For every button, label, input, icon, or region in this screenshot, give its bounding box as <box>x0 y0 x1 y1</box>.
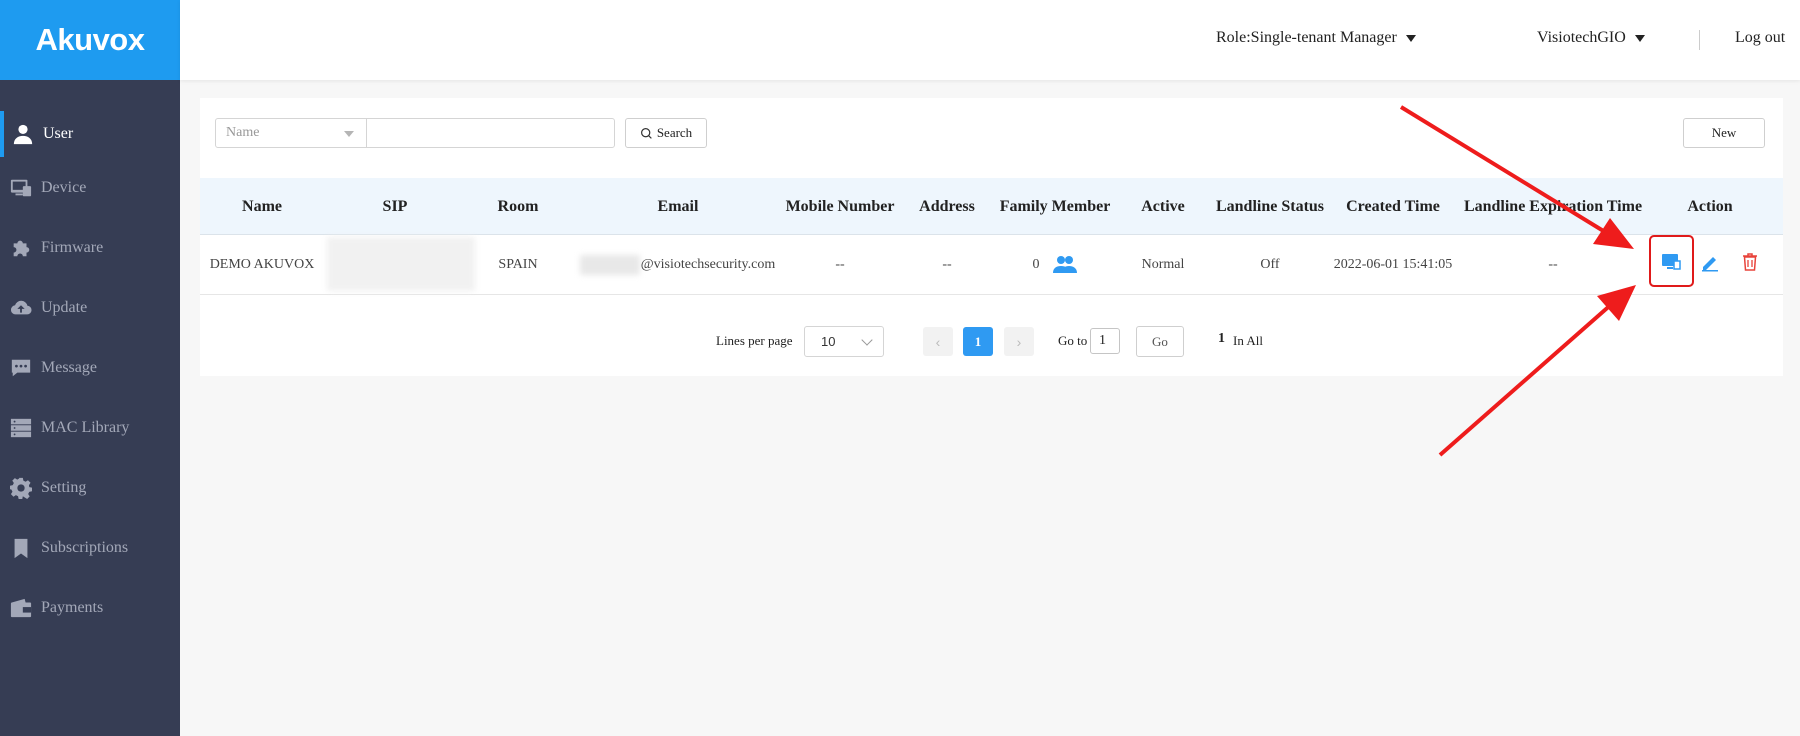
column-header: Created Time <box>1346 198 1440 215</box>
family-members-icon[interactable] <box>1053 254 1077 274</box>
search-label: Search <box>656 125 693 140</box>
sidebar-item-mac-library[interactable]: MAC Library <box>0 405 180 451</box>
pencil-icon <box>1702 257 1718 272</box>
lines-per-page-select[interactable]: 10 <box>804 326 884 357</box>
device-info-button[interactable] <box>1656 247 1686 277</box>
monitor-icon <box>1662 254 1681 270</box>
cell-landline-expiration: -- <box>1548 257 1558 272</box>
total-count: 1 <box>1218 331 1225 346</box>
edit-button[interactable] <box>1695 247 1725 277</box>
table-row: DEMO AKUVOX SPAIN @visiotechsecurity.com… <box>200 235 1783 295</box>
sidebar: User Device Firmware Update Message MAC … <box>0 80 180 736</box>
column-header: Mobile Number <box>785 198 895 215</box>
column-header: Landline Status <box>1215 198 1325 215</box>
cloud-upload-icon <box>10 297 32 319</box>
column-header: Address <box>919 198 975 215</box>
sidebar-item-update[interactable]: Update <box>0 285 180 331</box>
logo: Akuvox <box>0 0 180 80</box>
account-dropdown[interactable]: VisiotechGIO <box>1537 29 1645 47</box>
sidebar-item-label: Payments <box>41 599 104 616</box>
new-button[interactable]: New <box>1683 118 1765 148</box>
gear-icon <box>10 477 32 499</box>
column-header: Family Member <box>999 198 1111 215</box>
search-field-select[interactable]: Name <box>215 118 367 148</box>
search-field-label: Name <box>226 125 260 140</box>
sidebar-item-label: MAC Library <box>41 419 130 436</box>
sidebar-item-label: User <box>43 125 74 142</box>
cell-room: SPAIN <box>498 257 538 272</box>
chevron-left-icon: ‹ <box>935 333 941 350</box>
role-label: Role:Single-tenant Manager <box>1216 29 1397 46</box>
trash-icon <box>1743 253 1757 271</box>
sidebar-item-label: Firmware <box>41 239 104 256</box>
column-header: Name <box>242 198 282 215</box>
cell-landline-status: Off <box>1260 257 1280 272</box>
delete-button[interactable] <box>1735 247 1765 277</box>
cell-name: DEMO AKUVOX <box>209 257 315 272</box>
goto-label: Go to <box>1058 333 1088 348</box>
sidebar-item-label: Update <box>41 299 88 316</box>
lines-per-page-label: Lines per page <box>716 333 793 348</box>
search-button[interactable]: Search <box>625 118 707 148</box>
sidebar-item-user[interactable]: User <box>0 111 180 157</box>
puzzle-icon <box>10 237 32 259</box>
sidebar-item-label: Setting <box>41 479 87 496</box>
sidebar-item-label: Device <box>41 179 87 196</box>
device-icon <box>10 177 32 199</box>
cell-family-count: 0 <box>1032 257 1040 272</box>
cell-created-time: 2022-06-01 15:41:05 <box>1333 257 1453 272</box>
sidebar-item-message[interactable]: Message <box>0 345 180 391</box>
sidebar-item-label: Subscriptions <box>41 539 129 556</box>
caret-down-icon <box>1634 34 1645 42</box>
sidebar-item-payments[interactable]: Payments <box>0 585 180 631</box>
role-dropdown[interactable]: Role:Single-tenant Manager <box>1216 29 1416 47</box>
blurred-email-user <box>580 255 640 275</box>
blurred-sip <box>327 237 475 291</box>
sidebar-item-label: Message <box>41 359 97 376</box>
wallet-icon <box>10 597 32 619</box>
lines-per-page-value: 10 <box>821 334 836 349</box>
page-number-button[interactable]: 1 <box>963 327 993 356</box>
search-icon <box>640 127 652 139</box>
chevron-down-icon <box>861 334 873 346</box>
caret-down-icon <box>1405 34 1416 42</box>
logout-link[interactable]: Log out <box>1735 29 1785 47</box>
bookmark-icon <box>10 537 32 559</box>
chevron-right-icon: › <box>1016 333 1022 350</box>
column-header: Action <box>1687 198 1733 215</box>
server-icon <box>10 417 32 439</box>
message-icon <box>10 357 32 379</box>
cell-email: @visiotechsecurity.com <box>640 257 776 272</box>
column-header: Active <box>1141 198 1185 215</box>
user-icon <box>12 123 34 145</box>
next-page-button[interactable]: › <box>1004 327 1034 356</box>
column-header: SIP <box>382 198 408 215</box>
total-label: In All <box>1233 333 1263 348</box>
column-header: Room <box>497 198 539 215</box>
sidebar-item-setting[interactable]: Setting <box>0 465 180 511</box>
logo-text: Akuvox <box>35 22 145 57</box>
cell-address: -- <box>942 257 952 272</box>
cell-active: Normal <box>1141 257 1185 272</box>
goto-page-input[interactable]: 1 <box>1090 328 1120 354</box>
search-input[interactable] <box>366 118 615 148</box>
go-button[interactable]: Go <box>1136 326 1184 357</box>
sidebar-item-firmware[interactable]: Firmware <box>0 225 180 271</box>
column-header: Landline Expiration Time <box>1463 198 1643 215</box>
header-divider <box>1699 30 1700 50</box>
table-header: Name SIP Room Email Mobile Number Addres… <box>200 178 1783 235</box>
sidebar-item-device[interactable]: Device <box>0 165 180 211</box>
caret-down-icon <box>344 131 354 137</box>
account-label: VisiotechGIO <box>1537 29 1626 46</box>
sidebar-item-subscriptions[interactable]: Subscriptions <box>0 525 180 571</box>
prev-page-button[interactable]: ‹ <box>923 327 953 356</box>
cell-mobile: -- <box>835 257 845 272</box>
column-header: Email <box>657 198 699 215</box>
